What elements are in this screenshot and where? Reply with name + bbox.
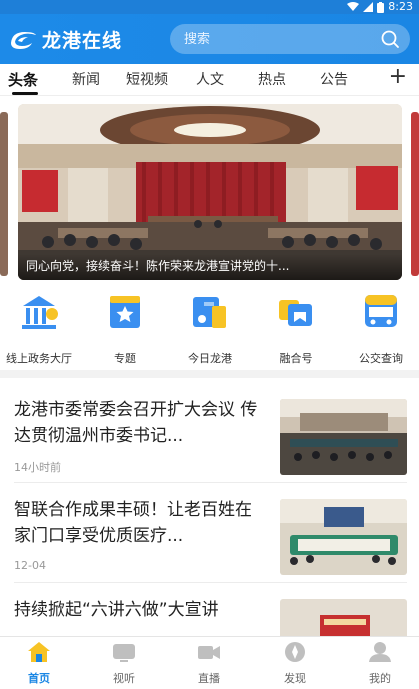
news-title: 智联合作成果丰硕！让老百姓在家门口享受优质医疗... (14, 500, 252, 546)
home-icon (28, 642, 50, 662)
tab-news[interactable]: 新闻 (72, 69, 100, 89)
shortcut-label: 融合号 (279, 352, 313, 365)
tab-notice[interactable]: 公告 (320, 69, 348, 89)
wifi-icon (347, 2, 360, 11)
status-time: 8:23 (388, 0, 413, 13)
today-longgang-icon (193, 297, 226, 328)
headline-carousel[interactable]: 同心向党，接续奋斗！陈作荣来龙港宣讲党的十... (0, 104, 419, 280)
nav-discover[interactable]: 发现 (265, 641, 325, 686)
tab-culture[interactable]: 人文 (196, 69, 224, 89)
government-hall-icon (22, 296, 58, 329)
nav-label: 我的 (369, 672, 391, 685)
next-slide-peek[interactable] (411, 112, 419, 276)
news-thumbnail (280, 499, 407, 575)
tab-hot[interactable]: 热点 (258, 69, 286, 89)
topic-star-icon (110, 296, 140, 328)
tv-icon (113, 644, 135, 662)
news-title: 持续掀起“六讲六做”大宣讲 (14, 600, 219, 620)
search-input[interactable] (184, 31, 374, 47)
carousel-slide[interactable]: 同心向党，接续奋斗！陈作荣来龙港宣讲党的十... (18, 104, 402, 280)
bottom-navigation: 首页 视听 直播 发现 我的 (0, 636, 419, 689)
media-account-icon (279, 300, 312, 326)
news-item[interactable]: 龙港市委常委会召开扩大会议 传达贯彻温州市委书记... 14小时前 (0, 383, 419, 483)
app-title: 龙港在线 (42, 29, 123, 52)
nav-home[interactable]: 首页 (9, 641, 69, 686)
nav-live[interactable]: 直播 (179, 641, 239, 686)
live-camera-icon (198, 646, 220, 659)
nav-audio-video[interactable]: 视听 (94, 641, 154, 686)
section-divider (0, 370, 419, 378)
logo-icon (11, 32, 36, 49)
search-icon[interactable] (380, 29, 400, 49)
status-bar: 8:23 (0, 0, 419, 14)
tab-headlines[interactable]: 头条 (8, 69, 38, 90)
app-logo[interactable]: 龙港在线 (8, 26, 122, 52)
profile-icon (369, 642, 391, 662)
nav-label: 首页 (28, 672, 50, 685)
shortcut-today-longgang[interactable]: 今日龙港 (170, 292, 250, 366)
app-header: 龙港在线 (0, 14, 419, 64)
category-tabs: 头条 新闻 短视频 人文 热点 公告 + (0, 64, 419, 96)
carousel-caption: 同心向党，接续奋斗！陈作荣来龙港宣讲党的十... (18, 254, 402, 280)
shortcut-label: 今日龙港 (188, 352, 232, 365)
news-time: 12-04 (14, 559, 46, 572)
battery-icon (377, 1, 385, 13)
shortcut-government-hall[interactable]: 线上政务大厅 (0, 292, 79, 366)
news-title: 龙港市委常委会召开扩大会议 传达贯彻温州市委书记... (14, 400, 258, 446)
shortcut-media-account[interactable]: 融合号 (256, 292, 336, 366)
signal-icon (363, 2, 374, 12)
shortcut-label: 公交查询 (359, 352, 403, 365)
status-icons: 8:23 (347, 0, 413, 14)
tab-short-video[interactable]: 短视频 (126, 69, 168, 89)
news-time: 14小时前 (14, 461, 61, 474)
shortcut-bus-query[interactable]: 公交查询 (341, 292, 419, 366)
nav-label: 视听 (113, 672, 135, 685)
news-item[interactable]: 智联合作成果丰硕！让老百姓在家门口享受优质医疗... 12-04 (0, 483, 419, 583)
nav-profile[interactable]: 我的 (350, 641, 410, 686)
active-tab-indicator (12, 92, 38, 95)
shortcut-grid: 线上政务大厅 专题 今日龙港 融合号 公交查询 (0, 292, 419, 368)
news-thumbnail (280, 399, 407, 475)
previous-slide-peek[interactable] (0, 112, 8, 276)
shortcut-label: 专题 (114, 352, 136, 365)
add-tab-button[interactable]: + (389, 64, 407, 89)
shortcut-topic[interactable]: 专题 (85, 292, 165, 366)
nav-label: 直播 (198, 672, 220, 685)
bus-icon (365, 295, 397, 327)
nav-label: 发现 (284, 672, 306, 685)
discover-icon (285, 642, 305, 662)
search-bar[interactable] (170, 24, 410, 54)
shortcut-label: 线上政务大厅 (6, 352, 72, 365)
